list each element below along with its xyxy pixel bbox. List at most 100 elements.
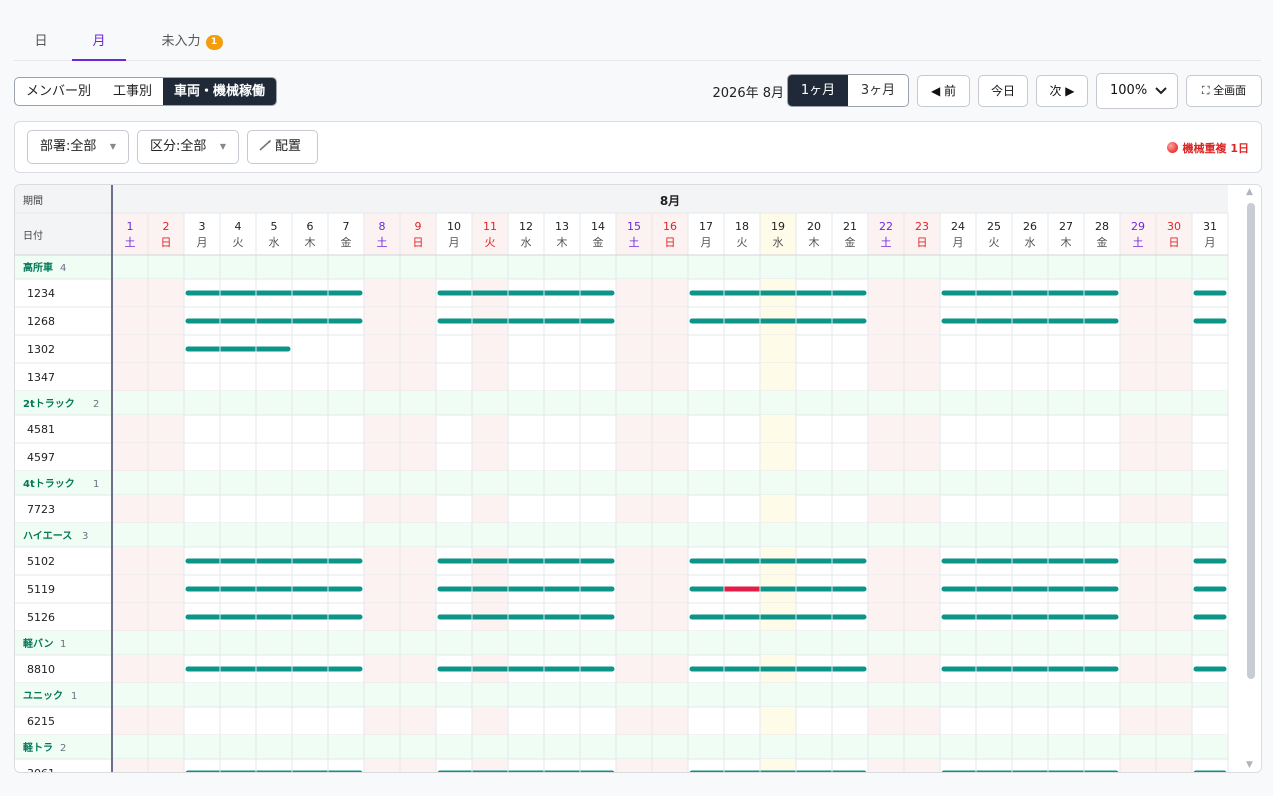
weekday-label: 水 (773, 236, 784, 249)
day-cell-bg (400, 707, 436, 735)
day-number: 20 (807, 220, 821, 233)
mode-by-member[interactable]: メンバー別 (15, 78, 102, 105)
day-cell-bg (148, 415, 184, 443)
day-cell-bg (148, 495, 184, 523)
fullscreen-button[interactable]: ⛶ 全画面 (1186, 75, 1262, 107)
range-3month[interactable]: 3ヶ月 (848, 75, 908, 106)
category-filter[interactable]: 区分:全部 ▼ (137, 130, 239, 164)
day-number: 17 (699, 220, 713, 233)
day-cell-bg (1156, 495, 1192, 523)
prev-button[interactable]: ◀ 前 (917, 75, 970, 107)
chevron-down-icon (1155, 87, 1167, 95)
day-cell-bg (760, 335, 796, 363)
vehicle-id: 8810 (27, 663, 55, 676)
day-cell-bg (652, 655, 688, 683)
group-count: 2 (93, 399, 99, 410)
day-cell-bg (400, 443, 436, 471)
day-cell-bg (904, 547, 940, 575)
day-cell-bg (760, 495, 796, 523)
day-number: 31 (1203, 220, 1217, 233)
today-button[interactable]: 今日 (978, 75, 1028, 107)
weekday-label: 金 (593, 235, 604, 249)
weekday-label: 水 (1025, 236, 1036, 249)
day-cell-bg (364, 603, 400, 631)
day-cell-bg (1156, 707, 1192, 735)
day-cell-bg (112, 575, 148, 603)
day-number: 28 (1095, 220, 1109, 233)
scroll-down-icon[interactable]: ▼ (1246, 760, 1253, 770)
mode-vehicle-machine[interactable]: 車両・機械稼働 (163, 78, 277, 105)
group-name: 軽バン (23, 637, 54, 650)
day-cell-bg (112, 279, 148, 307)
zoom-select[interactable]: 100% (1096, 73, 1178, 109)
day-number: 29 (1131, 220, 1145, 233)
day-cell-bg (400, 547, 436, 575)
day-cell-bg (148, 363, 184, 391)
day-cell-bg (868, 707, 904, 735)
day-cell-bg (148, 655, 184, 683)
group-row-bg (15, 735, 1228, 759)
day-cell-bg (1156, 335, 1192, 363)
group-count: 3 (82, 531, 88, 542)
weekday-label: 日 (413, 236, 424, 249)
range-1month[interactable]: 1ヶ月 (788, 75, 848, 106)
weekday-label: 日 (665, 236, 676, 249)
day-cell-bg (868, 443, 904, 471)
warning-dot-icon (1166, 142, 1178, 153)
mode-by-project[interactable]: 工事別 (102, 78, 163, 105)
day-cell-bg (400, 415, 436, 443)
assign-button[interactable]: 配置 (247, 130, 318, 164)
day-cell-bg (112, 415, 148, 443)
vehicle-id: 5119 (27, 583, 55, 596)
calendar-svg: 期間日付8月1土2日3月4火5水6木7金8土9日10月11火12水13木14金1… (15, 185, 1229, 772)
vehicle-id: 4581 (27, 423, 55, 436)
day-cell-bg (112, 363, 148, 391)
group-count: 1 (60, 639, 66, 650)
day-cell-bg (868, 759, 904, 772)
day-cell-bg (904, 655, 940, 683)
day-cell-bg (472, 495, 508, 523)
tab-day[interactable]: 日 (26, 26, 56, 61)
day-cell-bg (904, 575, 940, 603)
weekday-label: 水 (521, 236, 532, 249)
day-cell-bg (1120, 603, 1156, 631)
dept-filter[interactable]: 部署:全部 ▼ (27, 130, 129, 164)
day-cell-bg (400, 603, 436, 631)
vehicle-id: 1268 (27, 315, 55, 328)
vehicle-id: 4597 (27, 451, 55, 464)
day-cell-bg (112, 443, 148, 471)
day-cell-bg (472, 415, 508, 443)
tab-month[interactable]: 月 (72, 26, 126, 61)
day-cell-bg (616, 759, 652, 772)
day-cell-bg (868, 363, 904, 391)
day-cell-bg (1120, 415, 1156, 443)
weekday-label: 火 (233, 236, 244, 249)
zoom-value: 100% (1110, 83, 1148, 98)
day-cell-bg (760, 363, 796, 391)
scrollbar-thumb[interactable] (1247, 203, 1255, 679)
day-cell-bg (1156, 415, 1192, 443)
day-cell-bg (400, 575, 436, 603)
scroll-up-icon[interactable]: ▲ (1246, 187, 1253, 197)
day-cell-bg (148, 707, 184, 735)
weekday-label: 月 (197, 236, 208, 249)
tab-unentered[interactable]: 未入力 1 (146, 26, 238, 61)
day-cell-bg (1156, 547, 1192, 575)
day-number: 22 (879, 220, 893, 233)
day-number: 14 (591, 220, 605, 233)
day-cell-bg (112, 707, 148, 735)
weekday-label: 月 (449, 236, 460, 249)
vehicle-id: 1302 (27, 343, 55, 356)
next-button[interactable]: 次 ▶ (1036, 75, 1088, 107)
range-switch: 1ヶ月 3ヶ月 (787, 74, 909, 107)
day-cell-bg (112, 307, 148, 335)
day-cell-bg (652, 707, 688, 735)
vertical-scrollbar[interactable]: ▲ ▼ (1241, 185, 1261, 772)
day-cell-bg (112, 547, 148, 575)
weekday-label: 土 (125, 236, 136, 249)
day-cell-bg (364, 759, 400, 772)
day-number: 27 (1059, 220, 1073, 233)
day-cell-bg (364, 279, 400, 307)
day-cell-bg (904, 495, 940, 523)
day-number: 21 (843, 220, 857, 233)
